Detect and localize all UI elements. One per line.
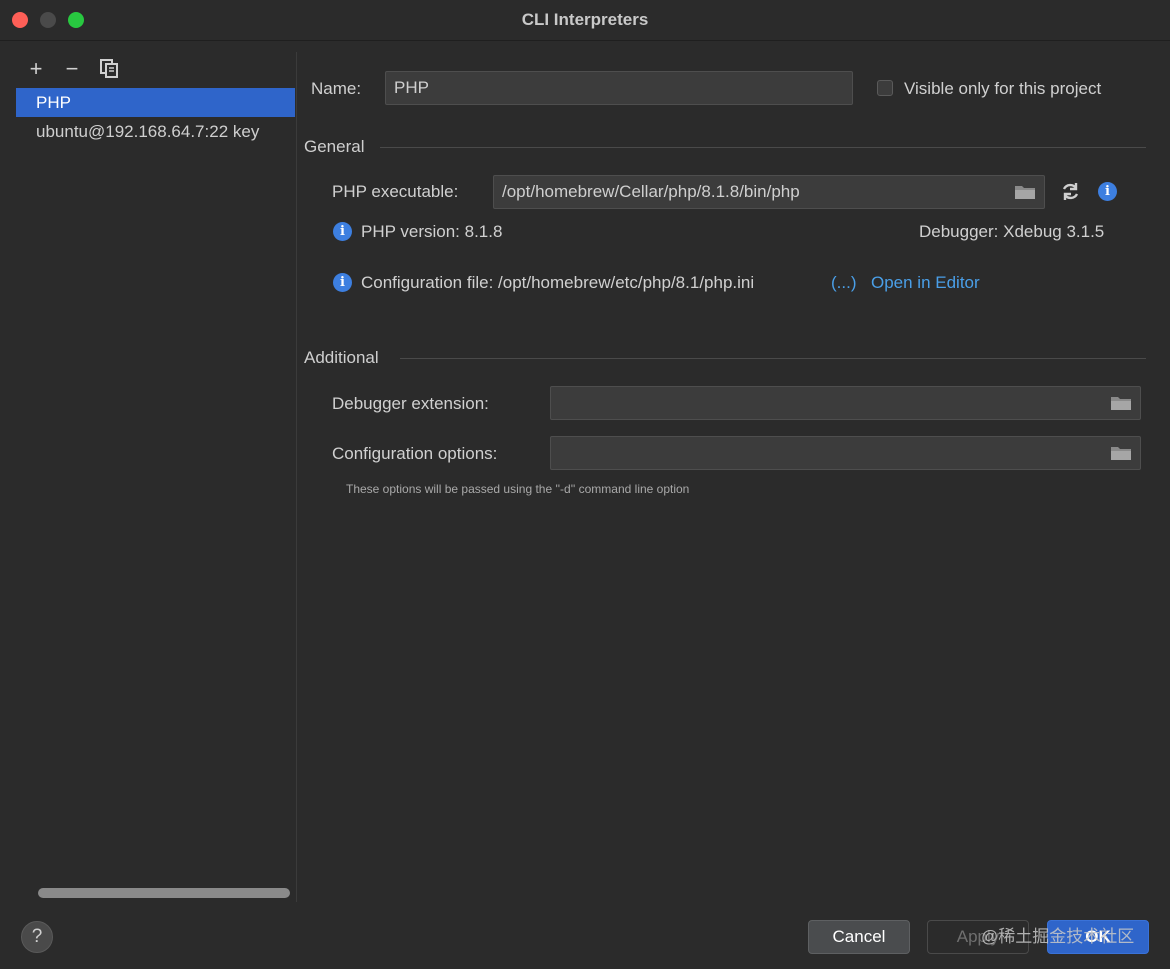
name-label: Name: [311,79,362,98]
config-file-text: Configuration file: /opt/homebrew/etc/ph… [361,273,755,292]
list-item-php[interactable]: PHP [16,88,295,117]
general-section-title: General [304,137,365,156]
php-executable-value: /opt/homebrew/Cellar/php/8.1.8/bin/php [502,182,800,201]
additional-section-title: Additional [304,348,379,367]
horizontal-scrollbar[interactable] [38,888,290,898]
general-divider [380,147,1146,148]
list-item-ubuntu[interactable]: ubuntu@192.168.64.7:22 key [16,117,295,146]
info-icon: i [333,273,352,292]
configuration-options-hint: These options will be passed using the '… [346,482,690,496]
folder-icon[interactable] [1014,184,1036,200]
debugger-extension-label: Debugger extension: [332,394,489,413]
interpreter-list-panel [16,52,297,902]
cli-interpreters-dialog: CLI Interpreters + − PHP ubuntu@192.168.… [0,0,1170,969]
info-icon: i [333,222,352,241]
watermark-text: @稀土掘金技术社区 [981,927,1135,946]
additional-divider [400,358,1146,359]
info-icon[interactable]: i [1098,182,1117,201]
refresh-icon[interactable] [1060,181,1081,202]
remove-icon[interactable]: − [61,58,83,80]
interpreter-list: PHP ubuntu@192.168.64.7:22 key [16,88,295,146]
help-button[interactable]: ? [21,921,53,953]
configuration-options-label: Configuration options: [332,444,498,463]
name-input[interactable]: PHP [385,71,853,105]
visible-only-checkbox[interactable] [877,80,893,96]
copy-icon[interactable] [98,58,120,80]
window-title: CLI Interpreters [521,10,649,29]
visible-only-label[interactable]: Visible only for this project [904,79,1101,99]
debugger-extension-input[interactable] [550,386,1141,420]
add-icon[interactable]: + [25,58,47,80]
php-version-text: PHP version: 8.1.8 [361,222,503,241]
cancel-button[interactable]: Cancel [808,920,910,954]
php-executable-label: PHP executable: [332,182,459,201]
debugger-text: Debugger: Xdebug 3.1.5 [919,222,1105,241]
open-in-editor-link[interactable]: Open in Editor [871,273,980,293]
php-executable-input[interactable]: /opt/homebrew/Cellar/php/8.1.8/bin/php [493,175,1045,209]
config-file-more-link[interactable]: (...) [831,273,857,293]
folder-icon[interactable] [1110,445,1132,461]
configuration-options-input[interactable] [550,436,1141,470]
folder-icon[interactable] [1110,395,1132,411]
title-bar: CLI Interpreters [0,0,1170,41]
